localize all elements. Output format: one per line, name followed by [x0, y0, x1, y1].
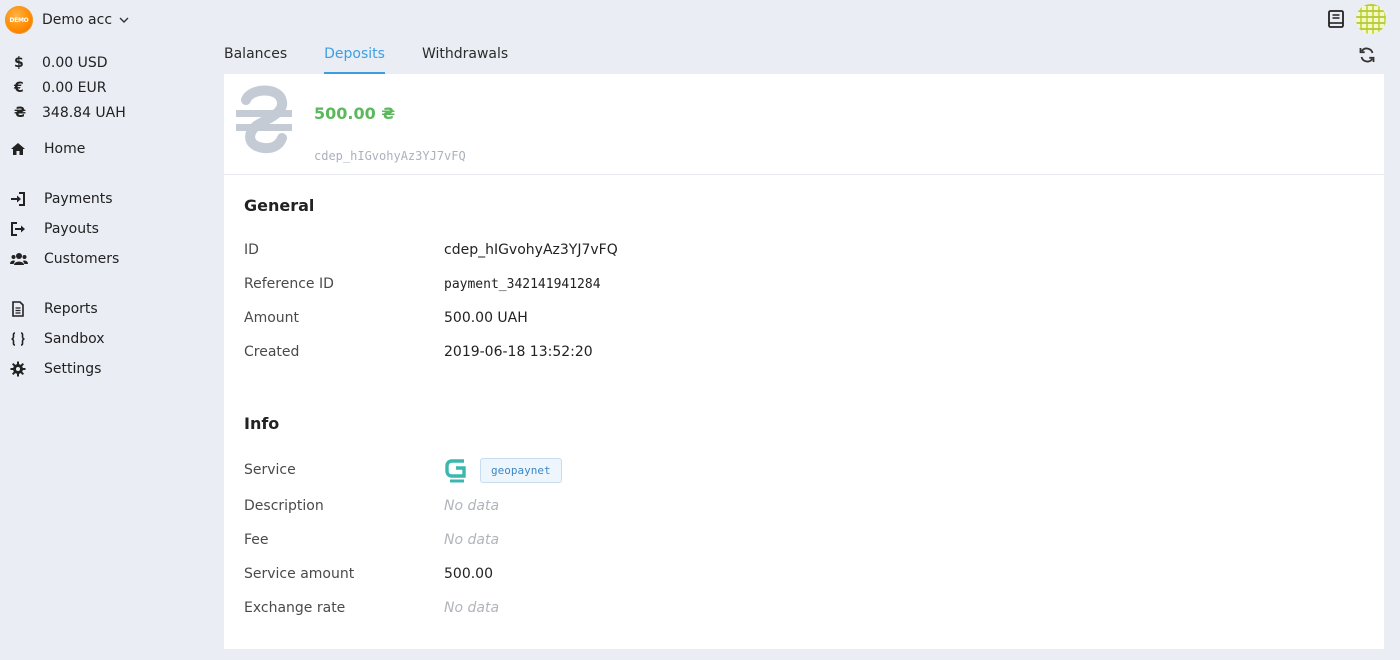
app-root: DEMO Demo acc $ 0.00 USD € 0.00 EUR ₴ 34… — [0, 0, 1400, 660]
sidebar-item-payments[interactable]: Payments — [10, 187, 113, 211]
detail-value: 500.00 — [444, 566, 493, 582]
detail-label: Amount — [244, 310, 300, 326]
balance-amount: 0.00 USD — [42, 54, 108, 71]
detail-row-id: ID cdep_hIGvohyAz3YJ7vFQ — [244, 239, 618, 261]
sign-out-icon — [10, 221, 44, 237]
tab-balances[interactable]: Balances — [224, 38, 287, 74]
sidebar-item-payouts[interactable]: Payouts — [10, 217, 99, 241]
hryvnia-icon — [230, 80, 296, 160]
detail-label: Created — [244, 344, 300, 360]
detail-label: Description — [244, 498, 324, 514]
sidebar-item-home[interactable]: Home — [10, 137, 85, 161]
deposit-id: cdep_hIGvohyAz3YJ7vFQ — [314, 149, 466, 163]
topbar-actions — [1324, 4, 1386, 34]
detail-value: 500.00 UAH — [444, 310, 528, 326]
deposit-header: 500.00 ₴ cdep_hIGvohyAz3YJ7vFQ — [224, 74, 1384, 175]
service-value: geopaynet — [444, 456, 562, 484]
balance-amount: 348.84 UAH — [42, 104, 126, 121]
hryvnia-icon: ₴ — [14, 104, 27, 121]
sidebar-item-label: Sandbox — [44, 331, 105, 347]
dollar-icon: $ — [14, 54, 24, 71]
section-title-general: General — [244, 196, 315, 215]
detail-label: Fee — [244, 532, 269, 548]
account-switcher[interactable]: DEMO Demo acc — [5, 5, 130, 35]
account-logo: DEMO — [5, 6, 33, 34]
detail-value: cdep_hIGvohyAz3YJ7vFQ — [444, 242, 618, 258]
sidebar-item-sandbox[interactable]: Sandbox — [10, 327, 105, 351]
sidebar-item-label: Payments — [44, 191, 113, 207]
sign-in-icon — [10, 191, 44, 207]
tabs: Balances Deposits Withdrawals — [224, 38, 545, 74]
detail-value: No data — [444, 498, 500, 514]
detail-row-exchange-rate: Exchange rate No data — [244, 597, 499, 619]
detail-label: Reference ID — [244, 276, 334, 292]
sidebar-item-customers[interactable]: Customers — [10, 247, 119, 271]
detail-value: No data — [444, 532, 500, 548]
detail-row-reference-id: Reference ID payment_342141941284 — [244, 273, 601, 295]
detail-row-amount: Amount 500.00 UAH — [244, 307, 528, 329]
sidebar-item-label: Customers — [44, 251, 120, 267]
detail-row-fee: Fee No data — [244, 529, 499, 551]
euro-icon: € — [14, 79, 24, 96]
deposit-detail-card: 500.00 ₴ cdep_hIGvohyAz3YJ7vFQ General I… — [224, 74, 1384, 649]
sidebar: DEMO Demo acc $ 0.00 USD € 0.00 EUR ₴ 34… — [0, 0, 224, 660]
balance-eur: € 0.00 EUR — [12, 75, 126, 100]
file-icon — [10, 301, 44, 317]
detail-label: ID — [244, 242, 259, 258]
sidebar-item-reports[interactable]: Reports — [10, 297, 98, 321]
sidebar-item-label: Reports — [44, 301, 98, 317]
sidebar-item-label: Settings — [44, 361, 102, 377]
detail-label: Service amount — [244, 566, 355, 582]
deposit-amount: 500.00 ₴ — [314, 104, 396, 123]
detail-row-service: Service geopaynet — [244, 455, 562, 485]
balance-uah: ₴ 348.84 UAH — [12, 100, 126, 125]
balances-list: $ 0.00 USD € 0.00 EUR ₴ 348.84 UAH — [12, 50, 126, 125]
detail-value: payment_342141941284 — [444, 276, 601, 292]
account-name: Demo acc — [42, 12, 113, 28]
detail-value: 2019-06-18 13:52:20 — [444, 344, 593, 360]
braces-icon — [10, 331, 44, 347]
refresh-icon[interactable] — [1358, 46, 1376, 64]
sidebar-item-label: Payouts — [44, 221, 99, 237]
balance-usd: $ 0.00 USD — [12, 50, 126, 75]
avatar[interactable] — [1356, 4, 1386, 34]
detail-label: Service — [244, 462, 296, 478]
detail-row-description: Description No data — [244, 495, 499, 517]
chevron-down-icon — [118, 14, 130, 26]
detail-row-created: Created 2019-06-18 13:52:20 — [244, 341, 593, 363]
balance-amount: 0.00 EUR — [42, 79, 107, 96]
sidebar-item-label: Home — [44, 141, 86, 157]
detail-label: Exchange rate — [244, 600, 346, 616]
geopaynet-logo-icon — [444, 456, 468, 484]
users-icon — [10, 251, 44, 267]
service-badge[interactable]: geopaynet — [480, 457, 562, 483]
tab-deposits[interactable]: Deposits — [324, 38, 385, 74]
section-title-info: Info — [244, 414, 280, 433]
detail-row-service-amount: Service amount 500.00 — [244, 563, 493, 585]
detail-value: No data — [444, 600, 500, 616]
tab-withdrawals[interactable]: Withdrawals — [422, 38, 508, 74]
gear-icon — [10, 361, 44, 377]
book-icon[interactable] — [1324, 7, 1348, 31]
home-icon — [10, 141, 44, 157]
sidebar-item-settings[interactable]: Settings — [10, 357, 101, 381]
